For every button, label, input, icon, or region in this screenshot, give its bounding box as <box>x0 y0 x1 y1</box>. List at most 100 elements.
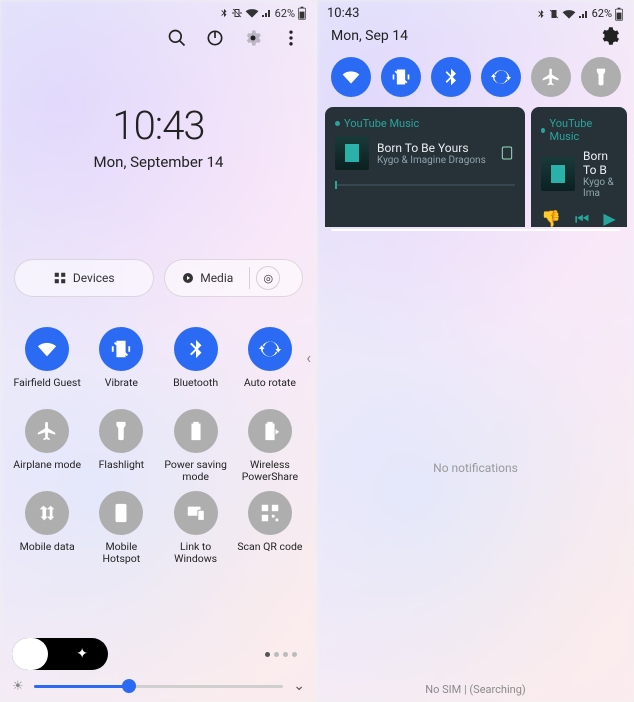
linkwin-icon <box>185 502 207 524</box>
qs-wifi-label: Fairfield Guest <box>13 377 80 401</box>
chevron-left-icon: ‹ <box>306 348 311 367</box>
scanqr-icon <box>259 502 281 524</box>
media-artist: Kygo & Ima <box>583 177 617 199</box>
qs-autorotate-button[interactable] <box>481 57 521 97</box>
brightness-slider[interactable]: ☀ ⌄ <box>12 678 305 694</box>
qs-autorotate-label: Auto rotate <box>244 377 296 401</box>
notification-shade-panel: 10:43 62% Mon, Sep 14 YouTube Music <box>317 0 634 702</box>
previous-icon[interactable]: ⏮ <box>575 209 589 227</box>
qs-airplane-button[interactable] <box>25 409 69 453</box>
qs-hotspot-button[interactable] <box>99 491 143 535</box>
thumbs-down-icon[interactable]: 👎 <box>541 209 561 227</box>
qs-wifi-button[interactable] <box>331 57 371 97</box>
airplane-icon <box>541 67 561 87</box>
qs-bluetooth-button[interactable] <box>431 57 471 97</box>
gear-icon[interactable] <box>598 25 620 47</box>
qs-airplane-label: Airplane mode <box>13 459 81 483</box>
search-icon[interactable] <box>167 28 187 48</box>
media-artist: Kygo & Imagine Dragons <box>377 155 486 166</box>
devices-icon <box>53 271 67 285</box>
media-notification-card[interactable]: YouTube Music Born To Be Yours Kygo & Im… <box>325 107 525 227</box>
qs-flashlight-label: Flashlight <box>99 459 145 483</box>
battery-status-icon <box>614 7 624 21</box>
qs-powershare-button[interactable] <box>248 409 292 453</box>
more-icon[interactable] <box>281 28 301 48</box>
qs-airplane-button[interactable] <box>531 57 571 97</box>
qs-mobiledata-label: Mobile data <box>20 541 75 565</box>
bluetooth-icon <box>185 338 207 360</box>
signal-status-icon <box>578 9 590 19</box>
qs-linkwin-button[interactable] <box>174 491 218 535</box>
vibrate-icon <box>110 338 132 360</box>
play-icon[interactable]: ▶ <box>603 209 615 227</box>
wifi-icon <box>36 338 58 360</box>
qs-flashlight-button[interactable] <box>99 409 143 453</box>
album-art <box>335 136 369 170</box>
qs-mobiledata-button[interactable] <box>25 491 69 535</box>
no-notifications-text: No notifications <box>317 461 634 475</box>
airplane-icon <box>36 420 58 442</box>
qs-vibrate-button[interactable] <box>381 57 421 97</box>
qs-bluetooth-button[interactable] <box>174 327 218 371</box>
autorotate-icon <box>491 67 511 87</box>
battery-pct: 62% <box>275 7 295 20</box>
qs-flashlight-button[interactable] <box>581 57 621 97</box>
shade-date: Mon, Sep 14 <box>331 28 408 44</box>
signal-status-icon <box>261 8 273 18</box>
qs-scanqr-button[interactable] <box>248 491 292 535</box>
powershare-icon <box>259 420 281 442</box>
media-chip[interactable]: Media ◎ <box>164 259 304 297</box>
gear-icon[interactable] <box>243 28 263 48</box>
media-title: Born To Be Yours <box>377 141 486 155</box>
qs-linkwin-label: Link to Windows <box>161 541 231 565</box>
qs-scanqr-label: Scan QR code <box>237 541 302 565</box>
bluetooth-status-icon <box>536 9 546 19</box>
top-actions <box>0 20 317 48</box>
wifi-icon <box>341 67 361 87</box>
media-app-name: YouTube Music <box>541 117 617 143</box>
qs-autorotate-button[interactable] <box>248 327 292 371</box>
bluetooth-icon <box>441 67 461 87</box>
media-app-name: YouTube Music <box>335 117 515 130</box>
flashlight-icon <box>591 67 611 87</box>
qs-vibrate-label: Vibrate <box>105 377 138 401</box>
power-icon[interactable] <box>205 28 225 48</box>
qs-bluetooth-label: Bluetooth <box>173 377 218 401</box>
devices-chip-label: Devices <box>73 271 115 285</box>
qs-wifi-button[interactable] <box>25 327 69 371</box>
media-title: Born To B <box>583 149 617 177</box>
battery-pct: 62% <box>592 7 612 20</box>
album-art <box>541 157 575 191</box>
flashlight-icon <box>110 420 132 442</box>
sim-status: No SIM | (Searching) <box>317 683 634 696</box>
sparkle-icon: ✦ <box>76 646 88 662</box>
media-output-icon[interactable]: ◎ <box>256 266 280 290</box>
quick-settings-expanded-panel: 62% 10:43 Mon, September 14 Devices Medi… <box>0 0 317 702</box>
mobiledata-icon <box>36 502 58 524</box>
hotspot-icon <box>110 502 132 524</box>
media-notification-card-2[interactable]: YouTube Music Born To B Kygo & Ima 👎 ⏮ ▶ <box>531 107 627 227</box>
play-icon <box>182 272 194 284</box>
vibrate-icon <box>391 67 411 87</box>
bluetooth-status-icon <box>219 8 229 18</box>
status-bar: 10:43 62% <box>317 0 634 21</box>
qs-powershare-label: Wireless PowerShare <box>235 459 305 483</box>
cast-icon[interactable] <box>499 145 515 161</box>
status-bar: 62% <box>0 0 317 20</box>
media-chip-label: Media <box>200 271 233 285</box>
clock-time: 10:43 <box>0 102 317 149</box>
status-time: 10:43 <box>327 6 359 21</box>
qs-hotspot-label: Mobile Hotspot <box>86 541 156 565</box>
powersave-icon <box>185 420 207 442</box>
qs-powersave-button[interactable] <box>174 409 218 453</box>
dark-mode-toggle[interactable]: ✦ <box>12 638 108 670</box>
qs-vibrate-button[interactable] <box>99 327 143 371</box>
chevron-down-icon[interactable]: ⌄ <box>293 678 305 694</box>
media-progress[interactable] <box>335 184 515 186</box>
page-indicator[interactable] <box>265 652 297 657</box>
devices-chip[interactable]: Devices <box>14 259 154 297</box>
wifi-status-icon <box>562 9 576 19</box>
qs-powersave-label: Power saving mode <box>161 459 231 483</box>
brightness-low-icon: ☀ <box>12 679 24 694</box>
wifi-status-icon <box>245 8 259 18</box>
